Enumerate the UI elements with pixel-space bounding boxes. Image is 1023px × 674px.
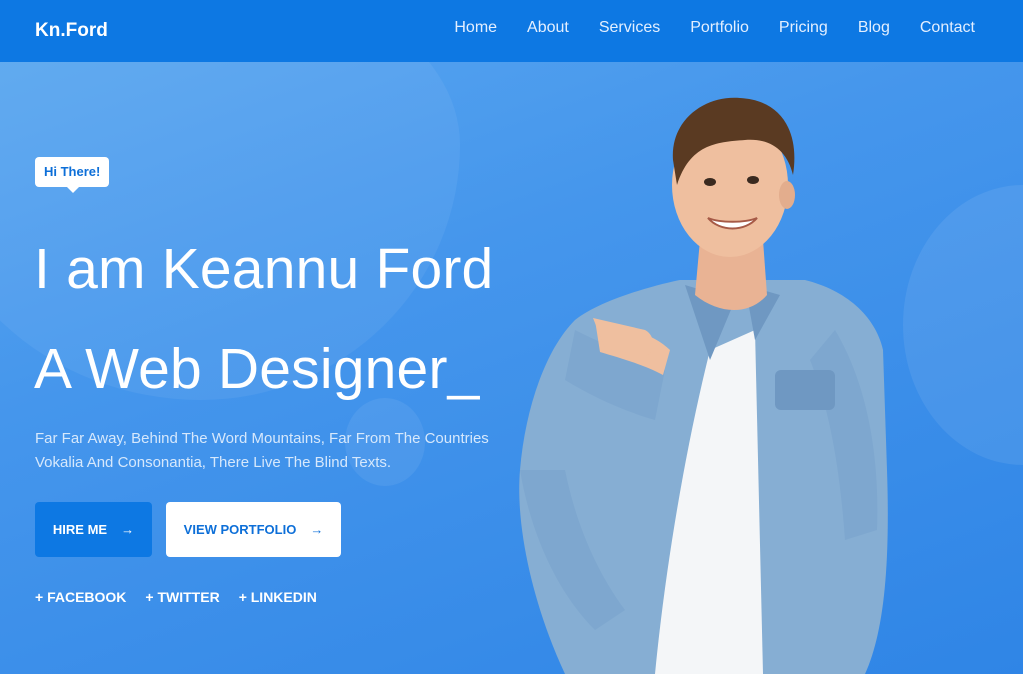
view-portfolio-button[interactable]: VIEW PORTFOLIO → (166, 502, 341, 557)
arrow-right-icon: → (310, 522, 324, 537)
nav-link-home[interactable]: Home (454, 19, 497, 37)
arrow-right-icon: → (121, 522, 135, 537)
nav-link-about[interactable]: About (527, 19, 569, 37)
hire-me-button[interactable]: HIRE ME → (35, 502, 152, 557)
hire-me-label: HIRE ME (52, 522, 108, 537)
social-link-twitter[interactable]: + TWITTER (145, 589, 219, 605)
nav-links: Home About Services Portfolio Pricing Bl… (454, 19, 975, 37)
nav-link-pricing[interactable]: Pricing (779, 19, 828, 37)
hero-section: Kn.Ford Home About Services Portfolio Pr… (0, 0, 1023, 674)
tag-tail (67, 187, 79, 193)
headline-name: I am Keannu Ford (34, 237, 494, 301)
background-circle (903, 185, 1023, 465)
nav-link-portfolio[interactable]: Portfolio (690, 19, 749, 37)
hero-description: Far Far Away, Behind The Word Mountains,… (35, 430, 489, 471)
social-links: + FACEBOOK + TWITTER + LINKEDIN (35, 589, 317, 605)
social-link-linkedin[interactable]: + LINKEDIN (239, 589, 317, 605)
nav-link-services[interactable]: Services (599, 19, 660, 37)
greeting-tag: Hi There! (35, 157, 110, 193)
nav-link-blog[interactable]: Blog (858, 19, 890, 37)
nav-link-contact[interactable]: Contact (920, 19, 975, 37)
navbar: Kn.Ford Home About Services Portfolio Pr… (0, 0, 1023, 62)
social-link-facebook[interactable]: + FACEBOOK (35, 589, 126, 605)
greeting-tag-label: Hi There! (44, 164, 101, 179)
brand-logo[interactable]: Kn.Ford (35, 20, 108, 42)
hero-portrait-image (519, 97, 888, 674)
view-portfolio-label: VIEW PORTFOLIO (183, 522, 297, 537)
headline-role: A Web Designer_ (34, 337, 480, 401)
